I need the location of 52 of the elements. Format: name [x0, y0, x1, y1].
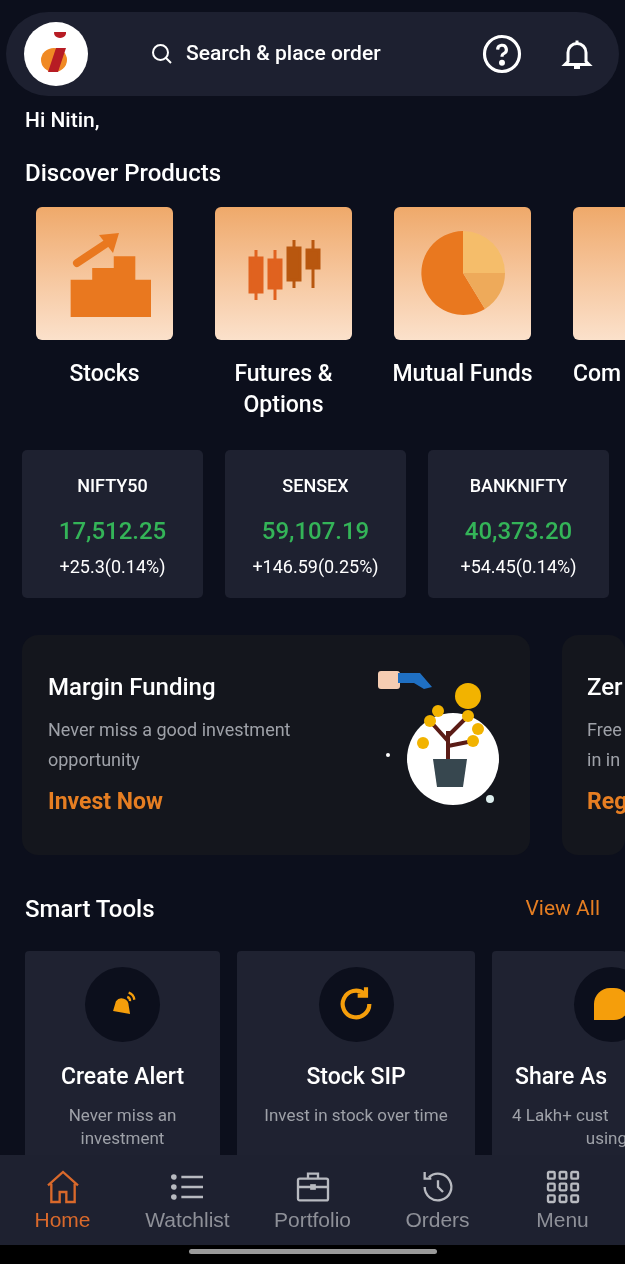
logo-icon: [24, 22, 88, 86]
tool-text: Invest in stock over time: [263, 1104, 449, 1127]
promo-card[interactable]: Margin Funding Never miss a good investment opportunity Invest Now: [22, 634, 530, 855]
product-tile[interactable]: Futures & Options: [194, 206, 373, 420]
promo-text: in in: [587, 747, 622, 772]
product-label: Stocks: [68, 358, 141, 389]
index-name: BANKNIFTY: [469, 473, 568, 498]
search-icon: [150, 42, 174, 66]
product-tile[interactable]: Stocks: [15, 206, 194, 420]
promo-link[interactable]: Invest Now: [48, 784, 338, 819]
chat-bubble-icon: [593, 988, 625, 1020]
nav-tab[interactable]: Portfolio: [250, 1167, 375, 1233]
nav-tab[interactable]: Orders: [375, 1167, 500, 1233]
index-change: +146.59(0.25%): [252, 554, 379, 579]
promo-text: Never miss a good investment opportunity: [48, 717, 292, 772]
tool-card[interactable]: Stock SIP Invest in stock over time: [237, 950, 475, 1155]
nav-tab[interactable]: Watchlist: [125, 1167, 250, 1233]
tool-title: Share As: [515, 1061, 608, 1092]
index-change: +54.45(0.14%): [460, 554, 577, 579]
section-title: Discover Products: [24, 157, 223, 189]
product-tile[interactable]: Com: [552, 206, 625, 420]
product-label: Com: [573, 358, 622, 389]
tool-card[interactable]: Create Alert Never miss an investment: [25, 950, 220, 1155]
index-value: 17,512.25: [58, 515, 167, 547]
product-tile[interactable]: Mutual Funds: [373, 206, 552, 420]
product-label: Futures & Options: [233, 358, 334, 420]
view-all-link[interactable]: View All: [525, 892, 600, 925]
search-button[interactable]: Search & place order: [150, 38, 381, 70]
index-name: NIFTY50: [77, 473, 148, 498]
promo-title: Margin Funding: [48, 671, 217, 703]
tool-card[interactable]: Share As 4 Lakh+ cust using: [492, 950, 625, 1155]
tool-title: Stock SIP: [306, 1061, 406, 1092]
index-card[interactable]: BANKNIFTY 40,373.20 +54.45(0.14%): [428, 449, 609, 598]
nav-tab[interactable]: Home: [0, 1167, 125, 1233]
promo-text: Free: [587, 717, 623, 742]
section-title: Smart Tools: [25, 893, 155, 925]
index-value: 59,107.19: [261, 515, 370, 547]
promo-title: Zer: [587, 671, 624, 703]
index-change: +25.3(0.14%): [59, 554, 166, 579]
greeting: Hi Nitin,: [24, 107, 101, 134]
tool-title: Create Alert: [60, 1061, 185, 1092]
tool-text: 4 Lakh+ cust: [512, 1104, 609, 1127]
index-value: 40,373.20: [464, 515, 573, 547]
index-name: SENSEX: [282, 473, 349, 498]
tool-text: using: [585, 1127, 625, 1150]
tool-text: Never miss an investment: [67, 1104, 178, 1150]
pie-chart-icon: [418, 229, 507, 317]
index-card[interactable]: SENSEX 59,107.19 +146.59(0.25%): [225, 449, 406, 598]
product-label: Mutual Funds: [391, 358, 534, 389]
index-card[interactable]: NIFTY50 17,512.25 +25.3(0.14%): [22, 449, 203, 598]
nav-tab[interactable]: Menu: [500, 1167, 625, 1233]
help-icon[interactable]: [481, 33, 523, 75]
